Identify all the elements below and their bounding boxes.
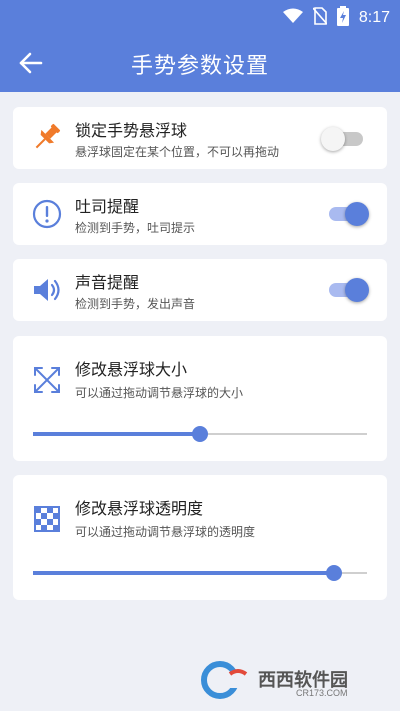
lock-ball-toggle[interactable]	[321, 125, 367, 151]
watermark-site: CR173.COM	[296, 688, 348, 698]
setting-title: 吐司提醒	[75, 197, 140, 216]
setting-card-lock: 锁定手势悬浮球 悬浮球固定在某个位置，不可以再拖动	[13, 107, 387, 169]
cr-logo-icon	[201, 661, 256, 699]
sound-reminder-toggle[interactable]	[327, 276, 369, 302]
watermark-logo: 西西软件园 CR173.COM	[200, 660, 390, 700]
setting-subtitle: 检测到手势，发出声音	[75, 297, 196, 311]
slider-subtitle: 可以通过拖动调节悬浮球的透明度	[75, 525, 256, 539]
page-title: 手势参数设置	[130, 54, 269, 79]
slider-fill	[33, 571, 334, 575]
toggle-knob	[345, 278, 369, 302]
setting-card-toast: 吐司提醒 检测到手势，吐司提示	[13, 183, 387, 245]
app-bar: 手势参数设置	[0, 32, 400, 92]
setting-title: 声音提醒	[75, 273, 140, 292]
setting-card-sound: 声音提醒 检测到手势，发出声音	[13, 259, 387, 321]
expand-arrows-icon	[34, 367, 60, 393]
pushpin-icon	[35, 123, 61, 149]
clock: 8:17	[358, 9, 390, 26]
toggle-knob	[321, 127, 345, 151]
ball-size-slider[interactable]	[33, 424, 367, 444]
slider-card-transparency: 修改悬浮球透明度 可以通过拖动调节悬浮球的透明度	[13, 475, 387, 600]
battery-charging-icon	[336, 6, 349, 30]
wifi-icon	[282, 8, 303, 28]
setting-title: 锁定手势悬浮球	[75, 121, 188, 140]
no-sim-icon	[312, 7, 328, 29]
ball-transparency-slider[interactable]	[33, 563, 367, 583]
slider-title: 修改悬浮球大小	[75, 360, 188, 379]
slider-title: 修改悬浮球透明度	[75, 499, 204, 518]
setting-subtitle: 悬浮球固定在某个位置，不可以再拖动	[75, 145, 280, 159]
checkerboard-icon	[34, 506, 60, 532]
slider-subtitle: 可以通过拖动调节悬浮球的大小	[75, 386, 244, 400]
toggle-knob	[345, 202, 369, 226]
toast-reminder-toggle[interactable]	[327, 200, 369, 226]
exclamation-circle-icon	[32, 199, 62, 229]
setting-subtitle: 检测到手势，吐司提示	[75, 221, 196, 235]
speaker-icon	[34, 279, 60, 301]
slider-card-size: 修改悬浮球大小 可以通过拖动调节悬浮球的大小	[13, 336, 387, 461]
status-bar: 8:17	[0, 0, 400, 32]
slider-thumb[interactable]	[192, 426, 208, 442]
slider-thumb[interactable]	[325, 565, 342, 581]
slider-fill	[33, 432, 200, 436]
